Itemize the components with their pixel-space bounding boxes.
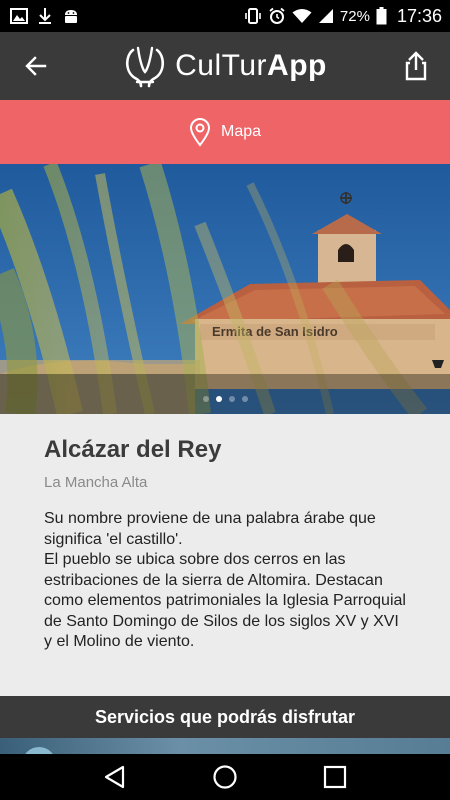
status-system: 72% 17:36 [244,6,442,27]
share-button[interactable] [394,44,438,88]
nav-home-button[interactable] [205,757,245,797]
carousel-dot[interactable] [228,396,235,402]
hermitage-photo: Ermita de San Isidro [0,164,450,414]
description-paragraph: El pueblo se ubica sobre dos cerros en l… [44,551,406,650]
place-description: Su nombre proviene de una palabra árabe … [44,509,406,653]
share-icon [405,51,427,81]
carousel-indicator [0,396,450,402]
nav-recents-button[interactable] [315,757,355,797]
carousel-dot[interactable] [241,396,248,402]
app-bar: CulTurApp [0,32,450,100]
services-list-peek[interactable] [0,738,450,754]
status-bar: 72% 17:36 [0,0,450,32]
wifi-icon [292,8,312,24]
back-arrow-icon [25,56,47,76]
nav-back-icon [104,765,125,789]
photo-carousel[interactable]: Ermita de San Isidro [0,164,450,414]
status-time: 17:36 [396,5,442,26]
services-title: Servicios que podrás disfrutar [94,706,356,727]
vibrate-icon [244,7,262,25]
place-details: Alcázar del Rey La Mancha Alta Su nombre… [0,414,450,696]
battery-percent: 72% [339,7,370,25]
battery-icon [376,7,387,25]
system-nav-bar [0,754,450,800]
logo-text-bold: App [267,49,327,82]
location-pin-icon [189,118,210,147]
nav-back-button[interactable] [95,757,135,797]
description-paragraph: Su nombre proviene de una palabra árabe … [44,510,376,548]
status-notifications [10,7,80,25]
logo-text-light: CulTur [175,49,268,82]
nav-recents-icon [323,765,347,789]
cultur-logo-icon [126,46,165,88]
nav-home-icon [213,765,237,789]
map-label: Mapa [220,123,262,140]
carousel-dot-active[interactable] [215,396,222,402]
app-logo-text: CulTurApp [175,49,327,83]
image-icon [10,8,28,24]
back-button[interactable] [16,46,56,86]
app-logo: CulTurApp [123,42,327,90]
signal-icon [318,8,334,24]
sign-text: Ermita de San Isidro [212,324,338,339]
alarm-icon [268,7,286,25]
service-icon [22,747,56,754]
download-icon [38,7,52,25]
services-header: Servicios que podrás disfrutar [0,696,450,738]
place-region: La Mancha Alta [44,474,148,491]
map-button[interactable]: Mapa [0,100,450,164]
android-icon [62,7,80,25]
carousel-dot[interactable] [202,396,209,402]
place-title: Alcázar del Rey [44,436,222,463]
